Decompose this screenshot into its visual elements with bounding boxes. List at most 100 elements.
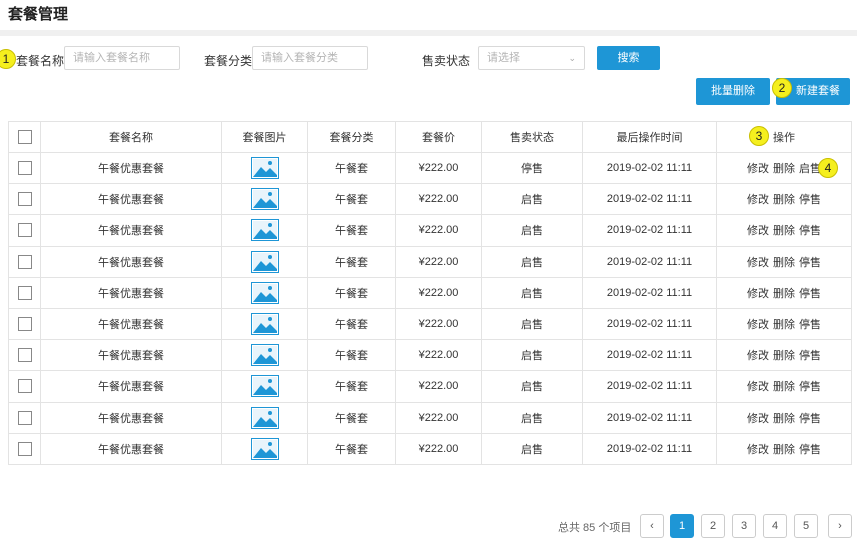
edit-link[interactable]: 修改 [747, 350, 769, 362]
delete-link[interactable]: 删除 [773, 444, 795, 456]
table-row: 午餐优惠套餐 午餐套 ¥222.00 启售 2019-02-02 11:11 修改 删除 停售 [8, 214, 852, 247]
toggle-sale-link[interactable]: 停售 [799, 257, 821, 269]
page-button-2[interactable]: 2 [701, 514, 725, 538]
toggle-sale-link[interactable]: 停售 [799, 225, 821, 237]
row-checkbox[interactable] [17, 441, 32, 456]
toggle-sale-link[interactable]: 停售 [799, 194, 821, 206]
row-select-cell[interactable] [8, 214, 41, 247]
last-operation-time: 2019-02-02 11:11 [582, 401, 717, 434]
package-status: 停售 [481, 151, 583, 185]
package-status: 启售 [481, 214, 583, 247]
package-price: ¥222.00 [395, 214, 482, 247]
delete-link[interactable]: 删除 [773, 225, 795, 237]
delete-link[interactable]: 删除 [773, 288, 795, 300]
table-row: 午餐优惠套餐 午餐套 ¥222.00 启售 2019-02-02 11:11 修改 删除 停售 [8, 183, 852, 216]
page-title: 套餐管理 [8, 6, 69, 23]
package-name: 午餐优惠套餐 [40, 401, 222, 434]
package-category: 午餐套 [307, 401, 396, 434]
delete-link[interactable]: 删除 [773, 163, 795, 175]
delete-link[interactable]: 删除 [773, 319, 795, 331]
edit-link[interactable]: 修改 [747, 257, 769, 269]
package-name: 午餐优惠套餐 [40, 245, 222, 278]
edit-link[interactable]: 修改 [747, 413, 769, 425]
edit-link[interactable]: 修改 [747, 163, 769, 175]
delete-link[interactable]: 删除 [773, 194, 795, 206]
edit-link[interactable]: 修改 [747, 288, 769, 300]
package-image-cell [221, 307, 308, 341]
row-checkbox[interactable] [17, 161, 32, 176]
package-price: ¥222.00 [395, 245, 482, 278]
delete-link[interactable]: 删除 [773, 381, 795, 393]
package-table: 套餐名称 套餐图片 套餐分类 套餐价 售卖状态 最后操作时间 操作 午餐优惠套餐… [8, 121, 852, 465]
row-checkbox[interactable] [17, 192, 32, 207]
toggle-sale-link[interactable]: 停售 [799, 288, 821, 300]
search-button[interactable]: 搜索 [597, 46, 660, 70]
last-operation-time: 2019-02-02 11:11 [582, 276, 717, 309]
row-actions: 修改 删除 停售 [716, 183, 852, 216]
row-select-cell[interactable] [8, 307, 41, 341]
row-select-cell[interactable] [8, 183, 41, 216]
package-image-cell [221, 370, 308, 403]
page-button-4[interactable]: 4 [763, 514, 787, 538]
edit-link[interactable]: 修改 [747, 225, 769, 237]
delete-link[interactable]: 删除 [773, 413, 795, 425]
page-button-1[interactable]: 1 [670, 514, 694, 538]
chevron-right-icon: › [838, 520, 842, 532]
package-price: ¥222.00 [395, 276, 482, 309]
select-all-cell[interactable] [8, 121, 41, 153]
toggle-sale-link[interactable]: 停售 [799, 350, 821, 362]
package-category: 午餐套 [307, 214, 396, 247]
category-filter-label: 套餐分类 [204, 54, 253, 68]
row-checkbox[interactable] [17, 223, 32, 238]
table-row: 午餐优惠套餐 午餐套 ¥222.00 启售 2019-02-02 11:11 修改 删除 停售 [8, 307, 852, 341]
toggle-sale-link[interactable]: 停售 [799, 444, 821, 456]
row-select-cell[interactable] [8, 245, 41, 278]
header-actions: 操作 [716, 121, 852, 153]
table-header-row: 套餐名称 套餐图片 套餐分类 套餐价 售卖状态 最后操作时间 操作 [8, 121, 852, 153]
prev-page-button[interactable]: ‹ [640, 514, 664, 538]
package-name: 午餐优惠套餐 [40, 183, 222, 216]
toggle-sale-link[interactable]: 停售 [799, 381, 821, 393]
row-checkbox[interactable] [17, 348, 32, 363]
row-select-cell[interactable] [8, 151, 41, 185]
row-select-cell[interactable] [8, 401, 41, 434]
row-checkbox[interactable] [17, 254, 32, 269]
package-price: ¥222.00 [395, 151, 482, 185]
package-category: 午餐套 [307, 307, 396, 341]
edit-link[interactable]: 修改 [747, 381, 769, 393]
package-status: 启售 [481, 401, 583, 434]
toggle-sale-link[interactable]: 停售 [799, 413, 821, 425]
table-row: 午餐优惠套餐 午餐套 ¥222.00 停售 2019-02-02 11:11 修改 删除 启售 [8, 151, 852, 185]
row-select-cell[interactable] [8, 432, 41, 465]
row-checkbox[interactable] [17, 379, 32, 394]
edit-link[interactable]: 修改 [747, 444, 769, 456]
row-select-cell[interactable] [8, 370, 41, 403]
package-image-icon [250, 375, 279, 398]
package-price: ¥222.00 [395, 339, 482, 372]
delete-link[interactable]: 删除 [773, 350, 795, 362]
row-actions: 修改 删除 停售 [716, 307, 852, 341]
status-select-placeholder: 请选择 [487, 52, 520, 64]
package-image-icon [250, 157, 279, 180]
row-select-cell[interactable] [8, 339, 41, 372]
category-filter-input[interactable] [252, 46, 368, 70]
status-select[interactable]: 请选择 ⌄ [478, 46, 585, 70]
edit-link[interactable]: 修改 [747, 194, 769, 206]
header-time: 最后操作时间 [582, 121, 717, 153]
toggle-sale-link[interactable]: 停售 [799, 319, 821, 331]
delete-link[interactable]: 删除 [773, 257, 795, 269]
batch-delete-button[interactable]: 批量删除 [696, 78, 770, 105]
next-page-button[interactable]: › [828, 514, 852, 538]
row-checkbox[interactable] [17, 285, 32, 300]
package-status: 启售 [481, 276, 583, 309]
package-image-icon [250, 313, 279, 336]
name-filter-input[interactable] [64, 46, 180, 70]
chevron-left-icon: ‹ [650, 520, 654, 532]
select-all-checkbox[interactable] [17, 130, 32, 144]
page-button-5[interactable]: 5 [794, 514, 818, 538]
row-checkbox[interactable] [17, 317, 32, 332]
row-checkbox[interactable] [17, 410, 32, 425]
row-select-cell[interactable] [8, 276, 41, 309]
page-button-3[interactable]: 3 [732, 514, 756, 538]
edit-link[interactable]: 修改 [747, 319, 769, 331]
